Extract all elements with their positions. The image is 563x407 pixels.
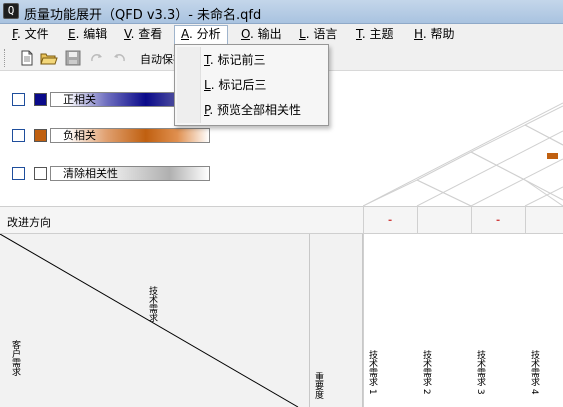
- app-icon: Q: [3, 3, 19, 19]
- menu-theme-label: . 主题: [361, 27, 394, 41]
- tech-column-label: 技术需求 2: [421, 350, 431, 395]
- toolbar-grip[interactable]: [4, 49, 7, 67]
- tech-header-label: 技术需求: [147, 286, 157, 322]
- analysis-dropdown: T. 标记前三 L. 标记后三 P. 预览全部相关性: [174, 44, 329, 126]
- new-document-icon[interactable]: [18, 49, 36, 67]
- correlation-roof: [363, 102, 563, 206]
- positive-checkbox[interactable]: [12, 93, 25, 106]
- window-title: 质量功能展开（QFD v3.3）- 未命名.qfd: [24, 8, 262, 23]
- menu-output[interactable]: O. 输出: [235, 25, 288, 44]
- menu-output-key: O: [241, 27, 250, 41]
- tech-column-label: 技术需求 3: [475, 350, 485, 395]
- improvement-label: 改进方向: [7, 216, 51, 229]
- roof-correlation-marker[interactable]: [547, 153, 558, 159]
- menu-language[interactable]: L. 语言: [293, 25, 343, 44]
- improvement-row: 改进方向: [0, 206, 563, 234]
- importance-header: 重要度: [310, 234, 363, 407]
- tech-column-3[interactable]: 技术需求 3: [472, 234, 526, 407]
- menu-help[interactable]: H. 帮助: [408, 25, 460, 44]
- tech-column-label: 技术需求 4: [529, 350, 539, 395]
- tech-column-label: 技术需求 1: [367, 350, 377, 395]
- menu-theme[interactable]: T. 主题: [350, 25, 400, 44]
- menu-output-label: . 输出: [249, 27, 282, 41]
- clear-gradient: 清除相关性: [50, 166, 210, 181]
- tech-column-4[interactable]: 技术需求 4: [526, 234, 563, 407]
- menu-analysis-key: A: [181, 27, 189, 41]
- menu-bar: F. 文件 E. 编辑 V. 查看 A. 分析 O. 输出 L. 语言 T. 主…: [0, 24, 563, 45]
- mark-bottom-key: L: [204, 78, 211, 92]
- menu-mark-bottom-three[interactable]: L. 标记后三: [204, 74, 266, 96]
- importance-label: 重要度: [313, 372, 323, 399]
- tech-column-1[interactable]: 技术需求 1: [364, 234, 418, 407]
- menu-mark-top-three[interactable]: T. 标记前三: [204, 49, 266, 71]
- customer-header-label: 客户需求: [10, 340, 20, 376]
- menu-view[interactable]: V. 查看: [118, 25, 168, 44]
- positive-swatch[interactable]: [34, 93, 47, 106]
- redo-icon[interactable]: [88, 49, 106, 67]
- dropdown-gutter: [177, 47, 201, 123]
- clear-checkbox[interactable]: [12, 167, 25, 180]
- positive-label: 正相关: [63, 93, 96, 106]
- menu-edit[interactable]: E. 编辑: [62, 25, 113, 44]
- mark-top-label: . 标记前三: [209, 53, 266, 67]
- title-bar: Q 质量功能展开（QFD v3.3）- 未命名.qfd: [0, 0, 563, 24]
- menu-view-label: . 查看: [130, 27, 163, 41]
- clear-label: 清除相关性: [63, 167, 118, 180]
- matrix-header-corner: 技术需求 客户需求: [0, 234, 310, 407]
- negative-gradient: 负相关: [50, 128, 210, 143]
- undo-icon[interactable]: [110, 49, 128, 67]
- clear-swatch[interactable]: [34, 167, 47, 180]
- menu-analysis-label: . 分析: [189, 27, 221, 41]
- menu-language-key: L: [299, 27, 306, 41]
- menu-view-key: V: [124, 27, 131, 41]
- negative-label: 负相关: [63, 129, 96, 142]
- preview-all-label: . 预览全部相关性: [209, 103, 302, 117]
- improvement-mark-1[interactable]: -: [388, 215, 392, 226]
- menu-analysis[interactable]: A. 分析: [174, 25, 228, 44]
- negative-checkbox[interactable]: [12, 129, 25, 142]
- menu-language-label: . 语言: [305, 27, 338, 41]
- menu-edit-key: E: [68, 27, 76, 41]
- open-folder-icon[interactable]: [40, 49, 58, 67]
- improvement-mark-3[interactable]: -: [496, 215, 500, 226]
- save-icon[interactable]: [64, 49, 82, 67]
- menu-file-label: . 文件: [16, 27, 49, 41]
- mark-bottom-label: . 标记后三: [210, 78, 267, 92]
- tech-column-2[interactable]: 技术需求 2: [418, 234, 472, 407]
- menu-help-key: H: [414, 27, 423, 41]
- menu-preview-all-correlations[interactable]: P. 预览全部相关性: [204, 99, 301, 121]
- menu-edit-label: . 编辑: [75, 27, 108, 41]
- menu-file[interactable]: F. 文件: [6, 25, 55, 44]
- menu-help-label: . 帮助: [422, 27, 455, 41]
- negative-swatch[interactable]: [34, 129, 47, 142]
